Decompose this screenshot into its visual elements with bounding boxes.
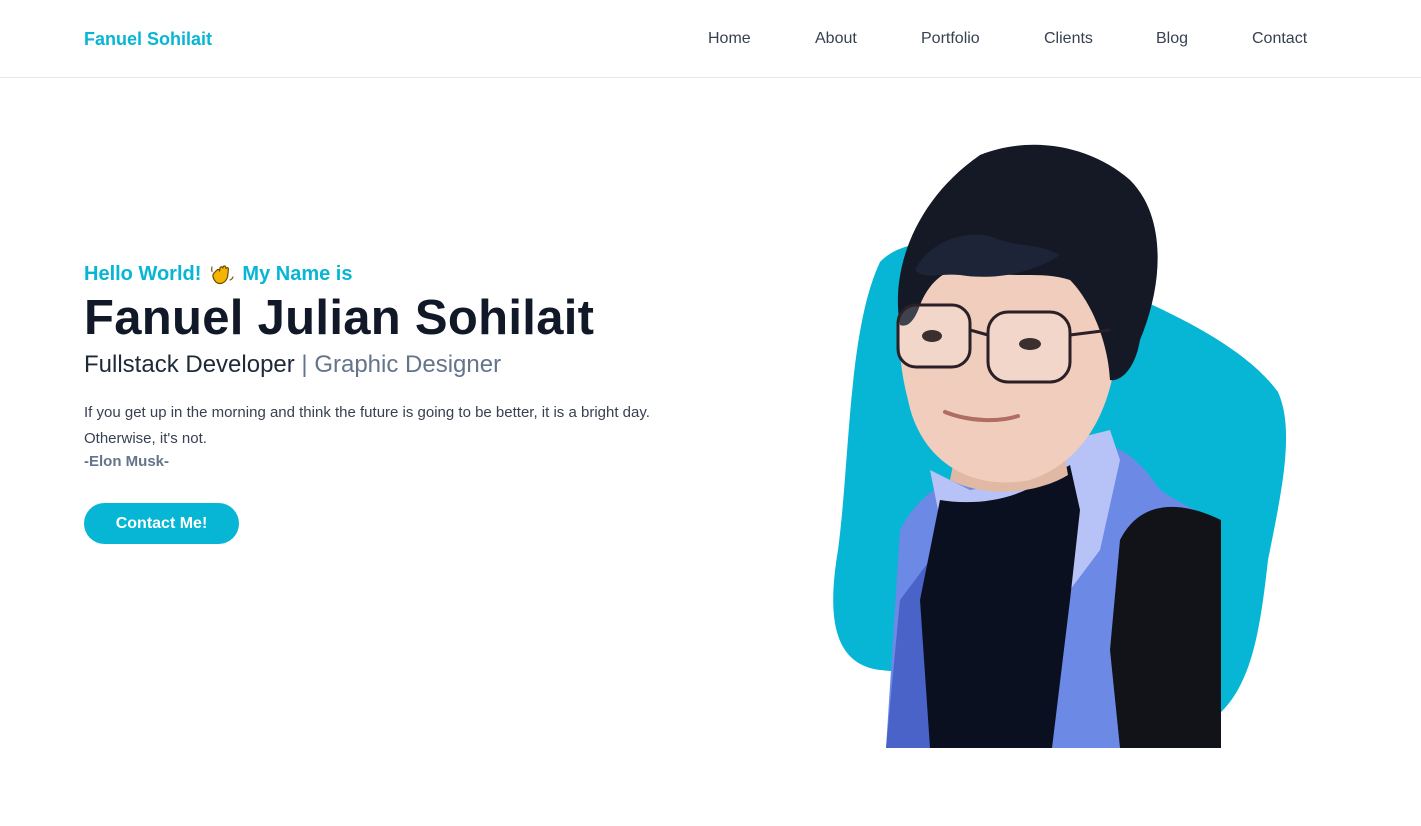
navbar: Fanuel Sohilait Home About Portfolio Cli…	[0, 0, 1421, 78]
nav-link-about[interactable]: About	[815, 30, 857, 48]
portrait-tshirt	[920, 465, 1080, 748]
quote-author: -Elon Musk-	[84, 453, 169, 470]
quote-text: If you get up in the morning and think t…	[84, 404, 650, 447]
portrait-strap	[1110, 506, 1221, 748]
nav-link-home[interactable]: Home	[708, 30, 751, 48]
brand-logo[interactable]: Fanuel Sohilait	[84, 29, 212, 50]
role-primary: Fullstack Developer	[84, 351, 295, 378]
nav-link-contact[interactable]: Contact	[1252, 30, 1307, 48]
hero-intro: Hello World! My Name is Fanuel Julian So…	[84, 260, 724, 472]
nav-link-clients[interactable]: Clients	[1044, 30, 1093, 48]
nav-link-blog[interactable]: Blog	[1156, 30, 1188, 48]
greeting-end: My Name is	[242, 262, 353, 285]
hero-name: Fanuel Julian Sohilait	[84, 291, 595, 345]
greeting: Hello World! My Name is	[84, 260, 724, 288]
portrait-eye-left	[922, 330, 942, 342]
profile-portrait	[820, 130, 1300, 760]
contact-me-button[interactable]: Contact Me!	[84, 503, 239, 544]
role-secondary: | Graphic Designer	[301, 351, 502, 378]
waving-hand-icon	[209, 261, 235, 287]
greeting-start: Hello World!	[84, 262, 202, 285]
role-line: Fullstack Developer | Graphic Designer	[84, 350, 724, 380]
portrait-eye-right	[1019, 338, 1041, 350]
nav-link-portfolio[interactable]: Portfolio	[921, 30, 980, 48]
